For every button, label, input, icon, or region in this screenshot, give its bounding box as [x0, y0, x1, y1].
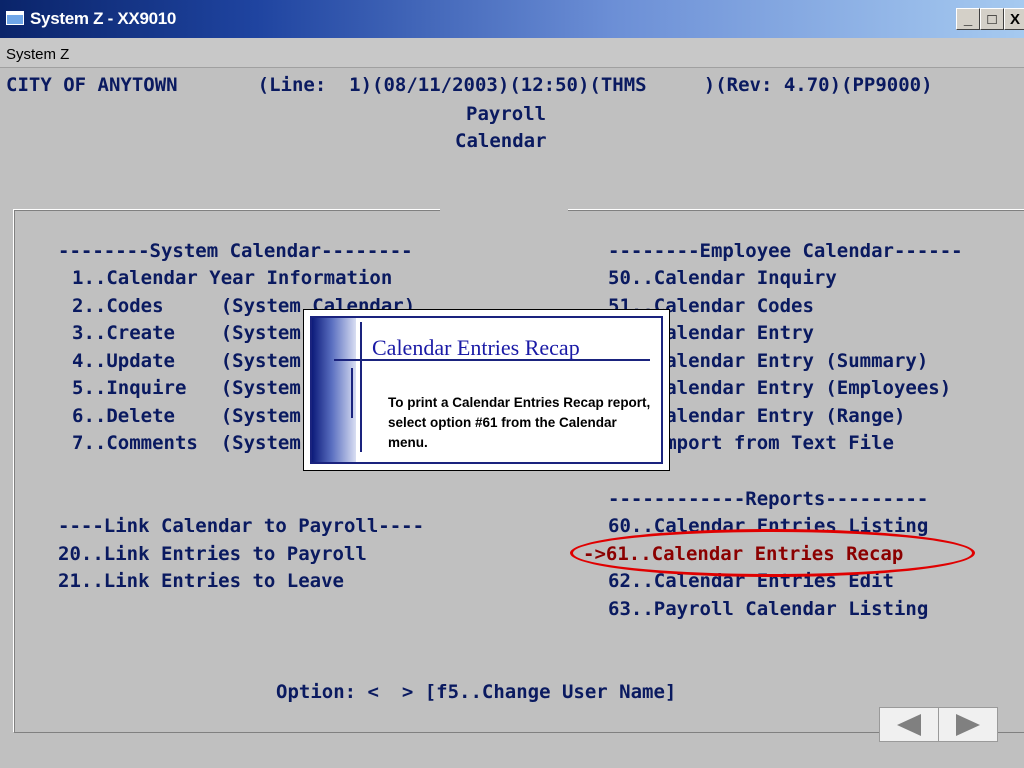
- callout-vertical-rule: [360, 322, 362, 452]
- menu-option-21[interactable]: 21..Link Entries to Leave: [58, 570, 344, 592]
- employee-calendar-heading: --------Employee Calendar------: [608, 240, 963, 262]
- app-window-icon: [6, 11, 24, 25]
- menu-bar: System Z: [0, 38, 1024, 68]
- frame-title-gap: [440, 204, 568, 214]
- option-prompt[interactable]: Option: < > [f5..Change User Name]: [276, 681, 676, 703]
- highlight-ellipse: [570, 529, 975, 577]
- link-calendar-heading: ----Link Calendar to Payroll----: [58, 515, 425, 537]
- callout-box: Calendar Entries Recap To print a Calend…: [303, 309, 670, 471]
- callout-title: Calendar Entries Recap: [372, 335, 580, 360]
- menu-option-50[interactable]: 50..Calendar Inquiry: [608, 267, 837, 289]
- callout-accent-rule: [351, 368, 353, 418]
- title-bar: System Z - XX9010 _ □ X: [0, 0, 1024, 38]
- callout-body: To print a Calendar Entries Recap report…: [388, 395, 651, 450]
- system-calendar-heading: --------System Calendar--------: [58, 240, 413, 262]
- menu-option-1[interactable]: 1..Calendar Year Information: [72, 267, 392, 289]
- screen-title: Calendar: [455, 130, 547, 152]
- callout-gradient-bar: [312, 318, 356, 462]
- close-button[interactable]: X: [1004, 8, 1024, 30]
- left-arrow-icon: [897, 714, 921, 736]
- menu-system-z[interactable]: System Z: [6, 46, 69, 63]
- callout-inner-frame: Calendar Entries Recap To print a Calend…: [310, 316, 663, 464]
- slide-navigation: [879, 707, 998, 742]
- reports-heading: ------------Reports---------: [608, 488, 929, 510]
- module-title: Payroll: [466, 103, 547, 125]
- maximize-button[interactable]: □: [980, 8, 1004, 30]
- window-title: System Z - XX9010: [30, 9, 177, 28]
- menu-option-63[interactable]: 63..Payroll Calendar Listing: [608, 598, 928, 620]
- terminal-header-line: CITY OF ANYTOWN (Line: 1)(08/11/2003)(12…: [6, 74, 933, 96]
- menu-option-20[interactable]: 20..Link Entries to Payroll: [58, 543, 367, 565]
- previous-button[interactable]: [880, 708, 938, 741]
- minimize-button[interactable]: _: [956, 8, 980, 30]
- right-arrow-icon: [956, 714, 980, 736]
- next-button[interactable]: [939, 708, 997, 741]
